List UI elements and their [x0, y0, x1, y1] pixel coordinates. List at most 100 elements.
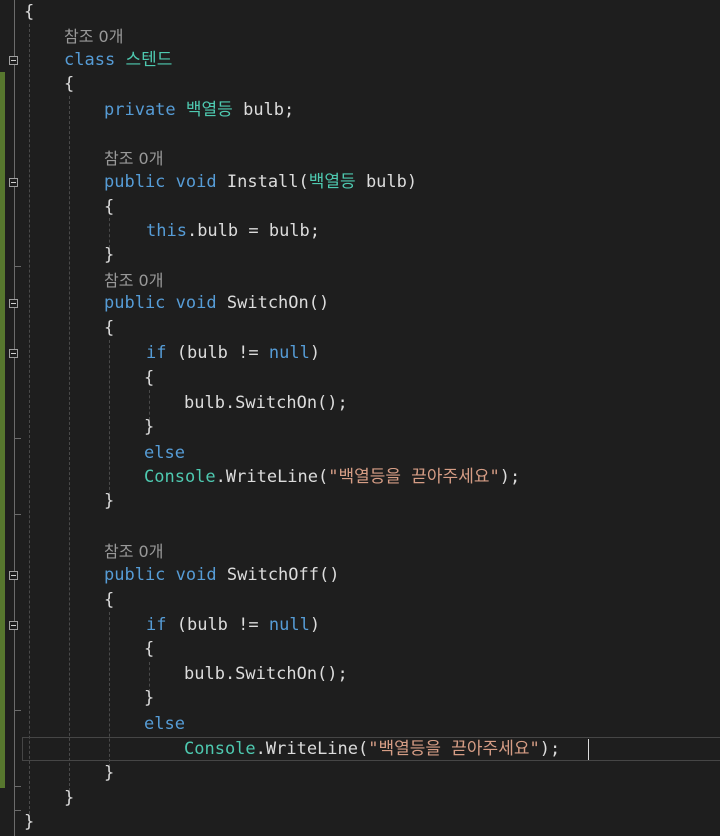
method-call: .WriteLine( [215, 467, 329, 487]
keyword-void: void [175, 172, 217, 192]
code-line[interactable]: { [144, 366, 154, 390]
code-line[interactable]: else [144, 441, 185, 465]
type-console: Console [144, 467, 216, 487]
text-caret [588, 739, 589, 760]
method-call: .WriteLine( [255, 739, 369, 759]
keyword-void: void [175, 565, 217, 585]
outline-end-tick [14, 810, 21, 811]
code-line[interactable]: public void Install(백열등 bulb) [104, 170, 417, 194]
codelens-text[interactable]: 참조 0개 [104, 271, 163, 290]
method-name: SwitchOn() [226, 293, 330, 313]
collapse-if-icon[interactable] [9, 621, 18, 630]
code-line[interactable]: private 백열등 bulb; [104, 98, 294, 122]
method-name: Install( [226, 172, 309, 192]
keyword-class: class [64, 50, 116, 70]
outline-end-tick [14, 786, 21, 787]
class-name: 스텐드 [125, 50, 173, 70]
method-name: SwitchOff() [226, 565, 340, 585]
keyword-public: public [104, 293, 166, 313]
code-line[interactable]: { [104, 588, 114, 612]
code-line[interactable]: class 스텐드 [64, 48, 172, 72]
codelens-references[interactable]: 참조 0개 [64, 25, 123, 49]
outline-end-tick [14, 266, 21, 267]
condition: (bulb != [176, 615, 259, 635]
code-editor[interactable]: { 참조 0개 class 스텐드 { private 백열등 bulb; 참조… [0, 0, 720, 836]
outline-end-tick [14, 514, 21, 515]
brace: { [104, 318, 115, 338]
code-line[interactable]: this.bulb = bulb; [146, 219, 320, 243]
indent-guide [29, 24, 30, 824]
code-line[interactable]: { [24, 0, 34, 24]
code-line[interactable]: { [104, 195, 114, 219]
codelens-text[interactable]: 참조 0개 [104, 542, 163, 561]
code-line[interactable]: } [144, 686, 154, 710]
code-line[interactable]: Console.WriteLine("백열등을 끋아주세요"); [184, 737, 560, 761]
code-line[interactable]: { [64, 72, 74, 96]
code-line[interactable]: else [144, 712, 185, 736]
codelens-references[interactable]: 참조 0개 [104, 540, 163, 564]
code-line[interactable]: } [104, 489, 114, 513]
collapse-install-icon[interactable] [9, 178, 18, 187]
code-line[interactable]: Console.WriteLine("백열등을 끋아주세요"); [144, 465, 520, 489]
code-line[interactable]: public void SwitchOn() [104, 291, 329, 315]
type-console: Console [184, 739, 256, 759]
collapse-if-icon[interactable] [9, 349, 18, 358]
brace: { [144, 368, 155, 388]
brace: } [144, 688, 155, 708]
keyword-public: public [104, 172, 166, 192]
paren: ); [539, 739, 561, 759]
paren: ) [309, 343, 321, 363]
keyword-private: private [104, 100, 176, 120]
code-line[interactable]: } [144, 415, 154, 439]
code-line[interactable]: } [64, 786, 74, 810]
field-name: bulb; [243, 100, 295, 120]
code-line[interactable]: public void SwitchOff() [104, 563, 339, 587]
keyword-if: if [146, 343, 167, 363]
brace: } [144, 417, 155, 437]
brace: { [144, 639, 155, 659]
parameter: bulb) [365, 172, 418, 192]
brace: { [24, 2, 35, 22]
keyword-void: void [175, 293, 217, 313]
code-line[interactable]: } [104, 243, 114, 267]
brace: { [64, 74, 75, 94]
codelens-references[interactable]: 참조 0개 [104, 147, 163, 171]
string-literal: "백열등을 끋아주세요" [328, 467, 500, 487]
type-name: 백열등 [185, 100, 233, 120]
type-name: 백열등 [308, 172, 356, 192]
brace: } [104, 491, 115, 511]
codelens-text[interactable]: 참조 0개 [104, 149, 163, 168]
keyword-null: null [268, 343, 310, 363]
collapse-switchon-icon[interactable] [9, 299, 18, 308]
code-line[interactable]: if (bulb != null) [146, 613, 320, 637]
brace: { [104, 590, 115, 610]
statement: bulb.SwitchOn(); [184, 664, 348, 684]
keyword-null: null [268, 615, 310, 635]
collapse-class-icon[interactable] [9, 56, 18, 65]
change-indicator-bar [0, 72, 5, 444]
statement: bulb.SwitchOn(); [184, 393, 348, 413]
code-line[interactable]: bulb.SwitchOn(); [184, 391, 348, 415]
brace: { [104, 197, 115, 217]
indent-guide [109, 340, 110, 495]
code-line[interactable]: } [24, 810, 34, 834]
paren: ) [309, 615, 321, 635]
indent-guide [69, 96, 70, 796]
collapse-switchoff-icon[interactable] [9, 571, 18, 580]
keyword-else: else [144, 443, 185, 463]
outline-end-tick [14, 710, 21, 711]
code-line[interactable]: { [104, 316, 114, 340]
brace: } [104, 763, 115, 783]
statement: .bulb = bulb; [186, 221, 321, 241]
codelens-text[interactable]: 참조 0개 [64, 27, 123, 46]
codelens-references[interactable]: 참조 0개 [104, 269, 163, 293]
change-indicator-bar [0, 444, 5, 788]
condition: (bulb != [176, 343, 259, 363]
code-line[interactable]: if (bulb != null) [146, 341, 320, 365]
keyword-public: public [104, 565, 166, 585]
code-line[interactable]: } [104, 761, 114, 785]
paren: ); [499, 467, 521, 487]
code-line[interactable]: { [144, 637, 154, 661]
keyword-this: this [146, 221, 187, 241]
code-line[interactable]: bulb.SwitchOn(); [184, 662, 348, 686]
